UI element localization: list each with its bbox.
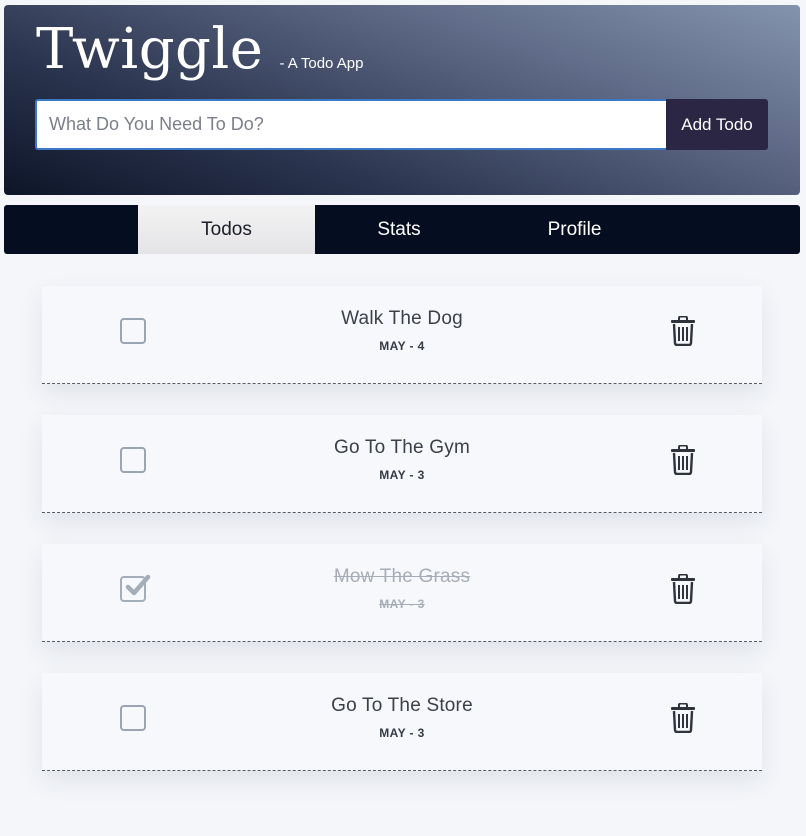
todo-checkbox[interactable]	[120, 447, 146, 473]
todo-date: MAY - 3	[379, 468, 425, 482]
app-header: Twiggle - A Todo App Add Todo	[4, 5, 800, 195]
todo-checkbox[interactable]	[120, 574, 151, 602]
app-subtitle: - A Todo App	[279, 55, 364, 72]
tab-bar: Todos Stats Profile	[4, 205, 800, 254]
trash-icon[interactable]	[670, 703, 696, 733]
add-todo-button[interactable]: Add Todo	[666, 99, 768, 150]
trash-icon[interactable]	[670, 316, 696, 346]
add-todo-form: Add Todo	[35, 99, 768, 150]
todo-text: Walk The Dog MAY - 4	[42, 308, 762, 353]
todo-date: MAY - 3	[379, 726, 425, 740]
todo-item: Go To The Gym MAY - 3	[42, 415, 762, 513]
todo-title: Go To The Store	[331, 695, 473, 716]
todo-title: Walk The Dog	[341, 308, 463, 329]
todo-text: Go To The Store MAY - 3	[42, 695, 762, 740]
checkmark-icon	[125, 574, 151, 596]
app-title: Twiggle	[36, 17, 264, 82]
brand: Twiggle - A Todo App	[36, 17, 363, 82]
tab-stats[interactable]: Stats	[315, 205, 483, 254]
todo-title: Go To The Gym	[333, 437, 470, 458]
trash-icon[interactable]	[670, 574, 696, 604]
todo-item: Mow The Grass MAY - 3	[42, 544, 762, 642]
todo-item: Go To The Store MAY - 3	[42, 673, 762, 771]
todo-checkbox[interactable]	[120, 705, 146, 731]
trash-icon[interactable]	[670, 445, 696, 475]
todo-item: Walk The Dog MAY - 4	[42, 286, 762, 384]
todo-checkbox[interactable]	[120, 318, 146, 344]
tab-todos[interactable]: Todos	[138, 205, 315, 254]
todo-input[interactable]	[35, 99, 666, 150]
todo-date: MAY - 4	[379, 339, 425, 353]
tab-profile[interactable]: Profile	[483, 205, 666, 254]
todo-text: Go To The Gym MAY - 3	[42, 437, 762, 482]
